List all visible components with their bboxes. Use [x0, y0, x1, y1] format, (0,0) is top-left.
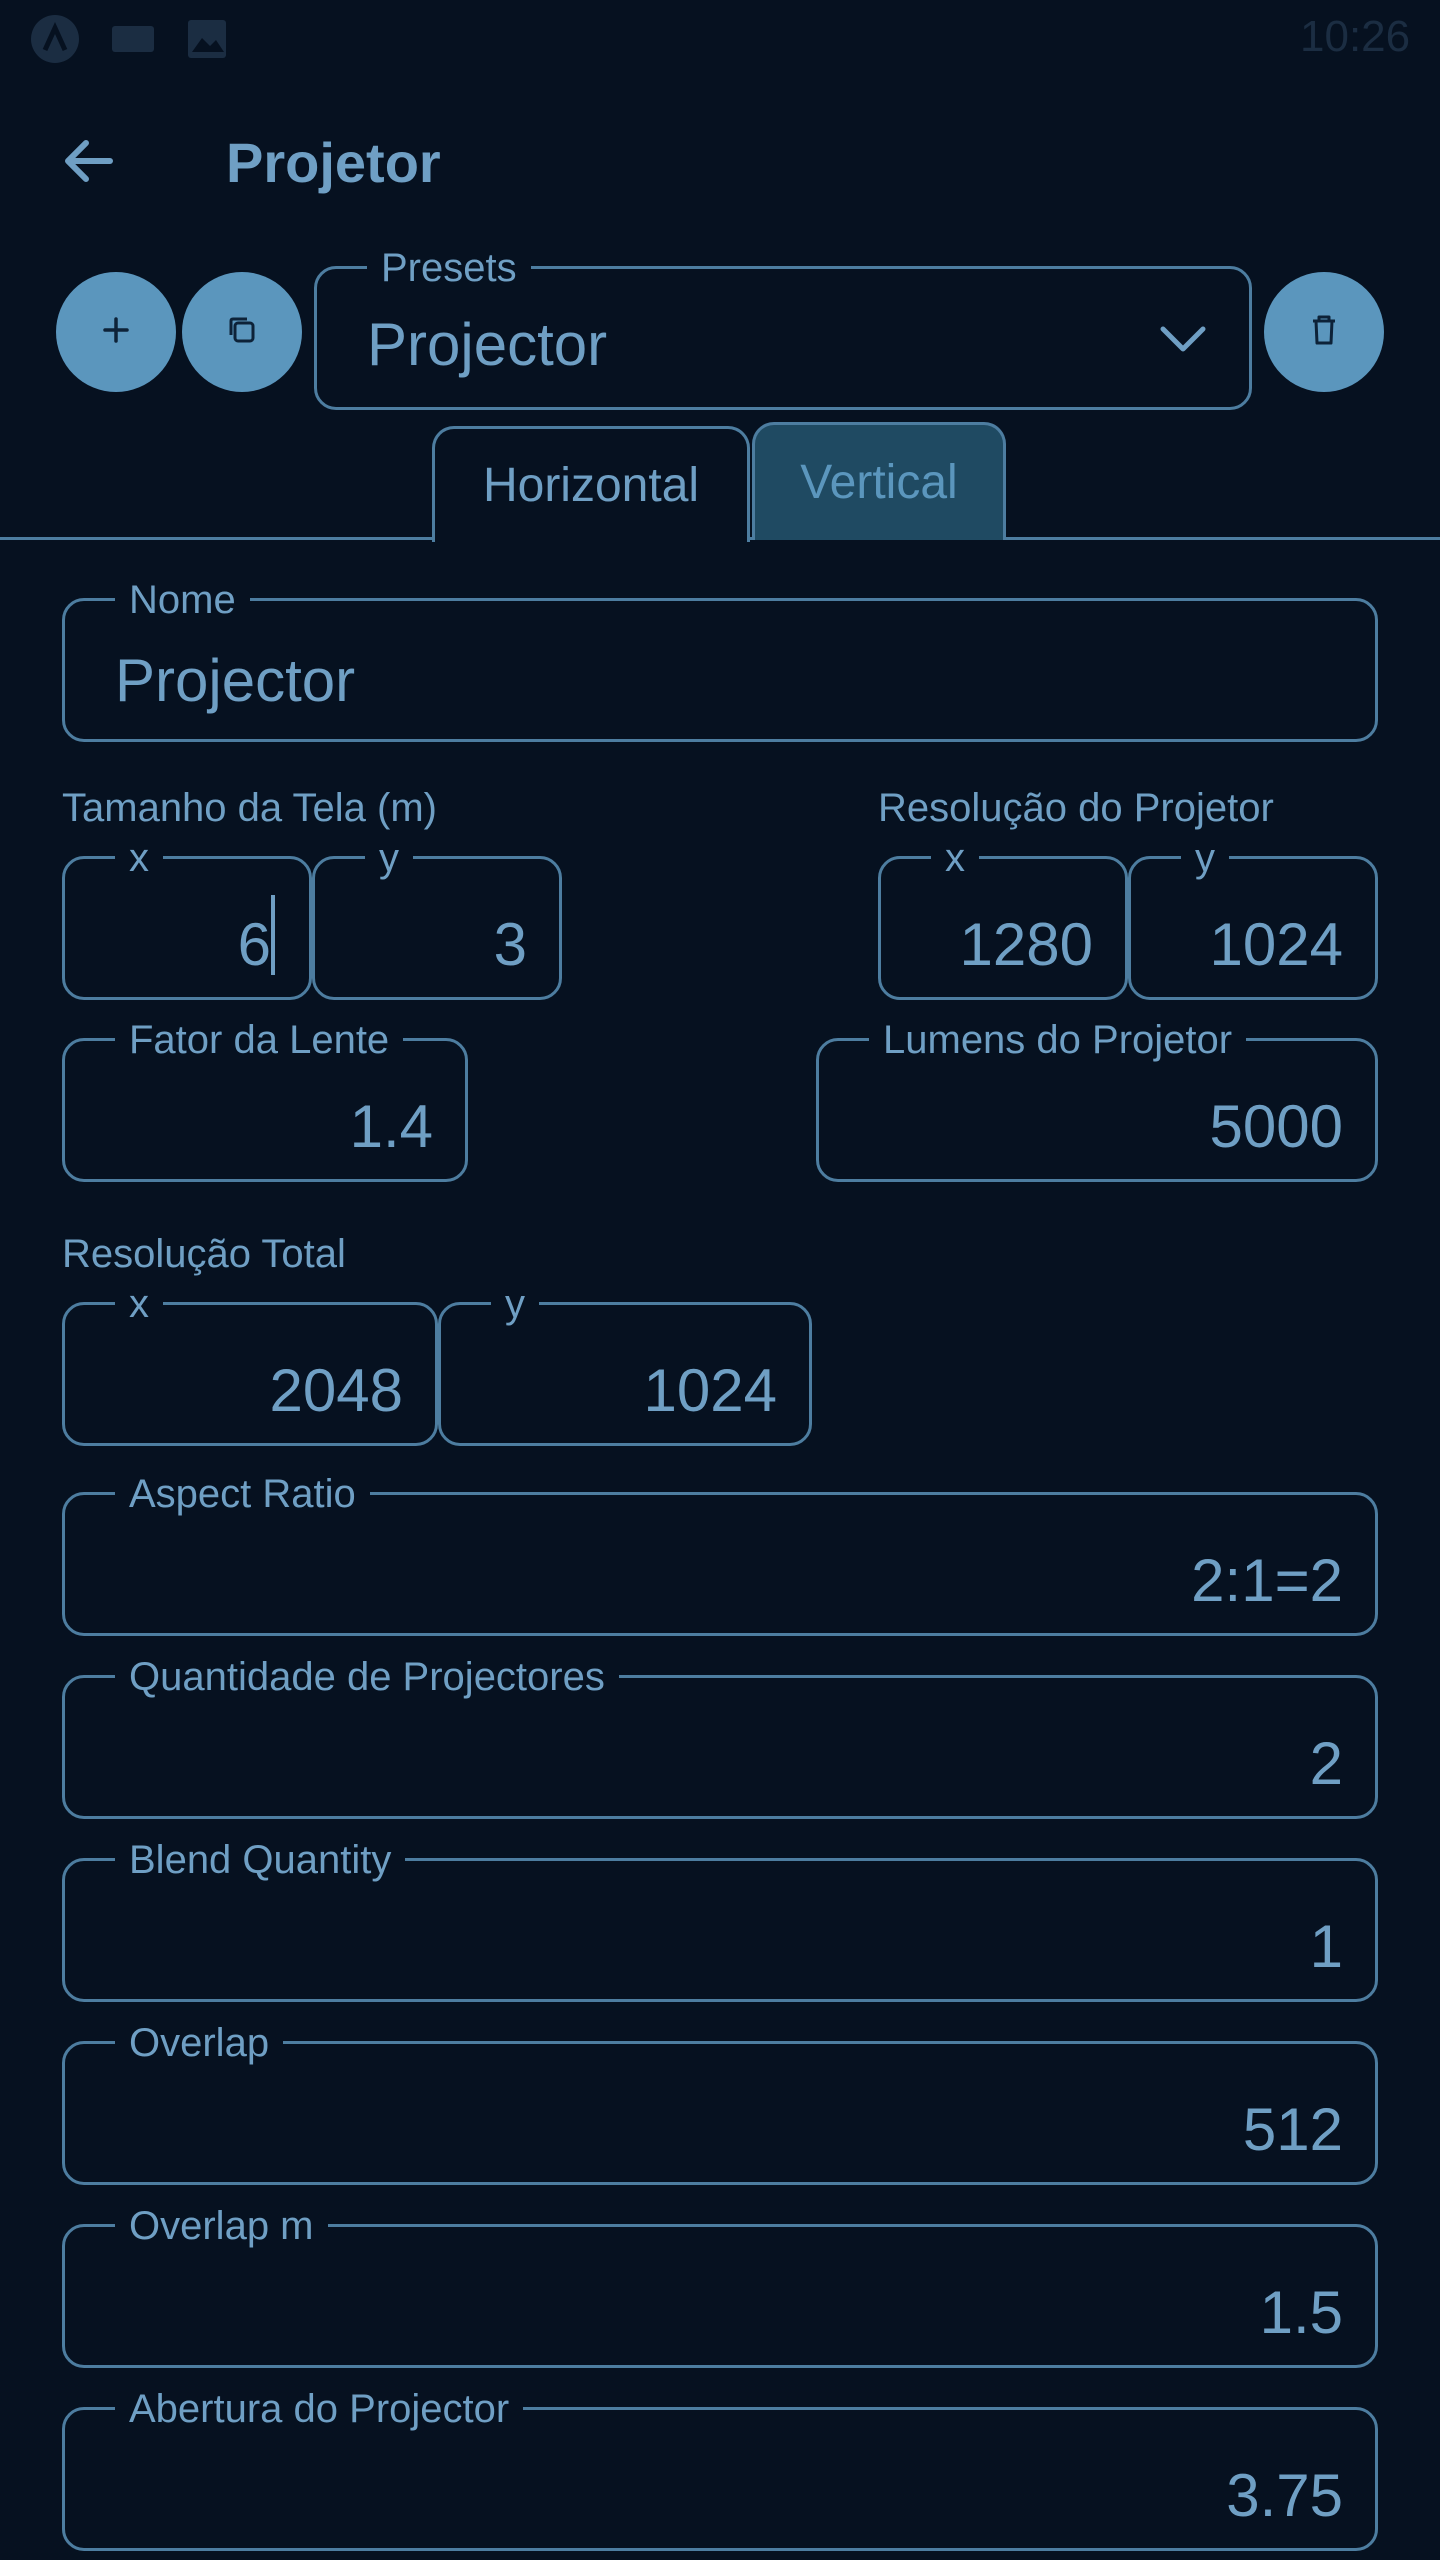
nome-value: Projector: [115, 647, 356, 714]
resolucao-projetor-y-field[interactable]: y 1024: [1128, 835, 1378, 1000]
tamanho-tela-x-value: 6: [237, 911, 271, 978]
blend-quantity-value: 1: [1309, 1913, 1343, 1980]
resolucao-total-y-label: y: [491, 1281, 539, 1327]
abertura-projector-field[interactable]: Abertura do Projector 3.75: [62, 2386, 1378, 2551]
aspect-ratio-label: Aspect Ratio: [115, 1471, 370, 1517]
tamanho-tela-y-label: y: [365, 835, 413, 881]
arrow-left-icon: [58, 131, 118, 196]
resolucao-total-x-field[interactable]: x 2048: [62, 1281, 438, 1446]
status-time: 10:26: [1300, 12, 1411, 61]
abertura-projector-value: 3.75: [1226, 2462, 1343, 2529]
text-cursor: [271, 895, 275, 975]
tamanho-tela-y-value: 3: [493, 911, 527, 978]
resolucao-projetor-label: Resolução do Projetor: [878, 786, 1274, 830]
resolucao-projetor-y-label: y: [1181, 835, 1229, 881]
resolucao-total-y-value: 1024: [643, 1357, 777, 1424]
quantidade-projectores-field[interactable]: Quantidade de Projectores 2: [62, 1654, 1378, 1819]
presets-label: Presets: [367, 245, 531, 291]
delete-preset-button[interactable]: [1264, 272, 1384, 392]
fator-lente-label: Fator da Lente: [115, 1017, 404, 1063]
tab-vertical[interactable]: Vertical: [752, 422, 1006, 540]
overlap-m-value: 1.5: [1259, 2279, 1343, 2346]
chevron-down-icon: [1157, 319, 1209, 364]
app-logo-icon: [30, 14, 80, 64]
presets-select[interactable]: Presets Projector: [314, 245, 1252, 410]
add-preset-button[interactable]: [56, 272, 176, 392]
resolucao-total-x-value: 2048: [269, 1357, 403, 1424]
resolucao-projetor-x-value: 1280: [959, 911, 1093, 978]
overlap-m-label: Overlap m: [115, 2203, 328, 2249]
overlap-m-field[interactable]: Overlap m 1.5: [62, 2203, 1378, 2368]
resolucao-projetor-x-field[interactable]: x 1280: [878, 835, 1128, 1000]
image-icon: [182, 14, 232, 64]
aspect-ratio-value: 2:1=2: [1191, 1547, 1343, 1614]
keyboard-icon: [108, 14, 158, 64]
aspect-ratio-field[interactable]: Aspect Ratio 2:1=2: [62, 1471, 1378, 1636]
tamanho-tela-label: Tamanho da Tela (m): [62, 786, 437, 830]
copy-icon: [222, 310, 262, 355]
fator-lente-value: 1.4: [349, 1093, 433, 1160]
copy-preset-button[interactable]: [182, 272, 302, 392]
overlap-value: 512: [1242, 2096, 1343, 2163]
resolucao-total-y-field[interactable]: y 1024: [438, 1281, 812, 1446]
quantidade-projectores-label: Quantidade de Projectores: [115, 1654, 619, 1700]
plus-icon: [99, 313, 133, 352]
presets-value: Projector: [367, 311, 608, 378]
overlap-label: Overlap: [115, 2020, 284, 2066]
page-title: Projetor: [226, 131, 441, 194]
resolucao-total-x-label: x: [115, 1281, 163, 1327]
back-button[interactable]: [50, 125, 126, 201]
overlap-field[interactable]: Overlap 512: [62, 2020, 1378, 2185]
tamanho-tela-y-field[interactable]: y 3: [312, 835, 562, 1000]
resolucao-projetor-y-value: 1024: [1209, 911, 1343, 978]
nome-label: Nome: [115, 577, 250, 623]
tab-horizontal[interactable]: Horizontal: [432, 426, 750, 542]
quantidade-projectores-value: 2: [1309, 1730, 1343, 1797]
tamanho-tela-x-label: x: [115, 835, 163, 881]
lumens-label: Lumens do Projetor: [869, 1017, 1247, 1063]
abertura-projector-label: Abertura do Projector: [115, 2386, 524, 2432]
blend-quantity-label: Blend Quantity: [115, 1837, 406, 1883]
lumens-field[interactable]: Lumens do Projetor 5000: [816, 1017, 1378, 1182]
resolucao-projetor-x-label: x: [931, 835, 979, 881]
nome-field[interactable]: Nome Projector: [62, 577, 1378, 742]
fator-lente-field[interactable]: Fator da Lente 1.4: [62, 1017, 468, 1182]
tamanho-tela-x-field[interactable]: x 6: [62, 835, 312, 1000]
lumens-value: 5000: [1209, 1093, 1343, 1160]
trash-icon: [1305, 311, 1343, 354]
blend-quantity-field[interactable]: Blend Quantity 1: [62, 1837, 1378, 2002]
resolucao-total-label: Resolução Total: [62, 1232, 346, 1276]
